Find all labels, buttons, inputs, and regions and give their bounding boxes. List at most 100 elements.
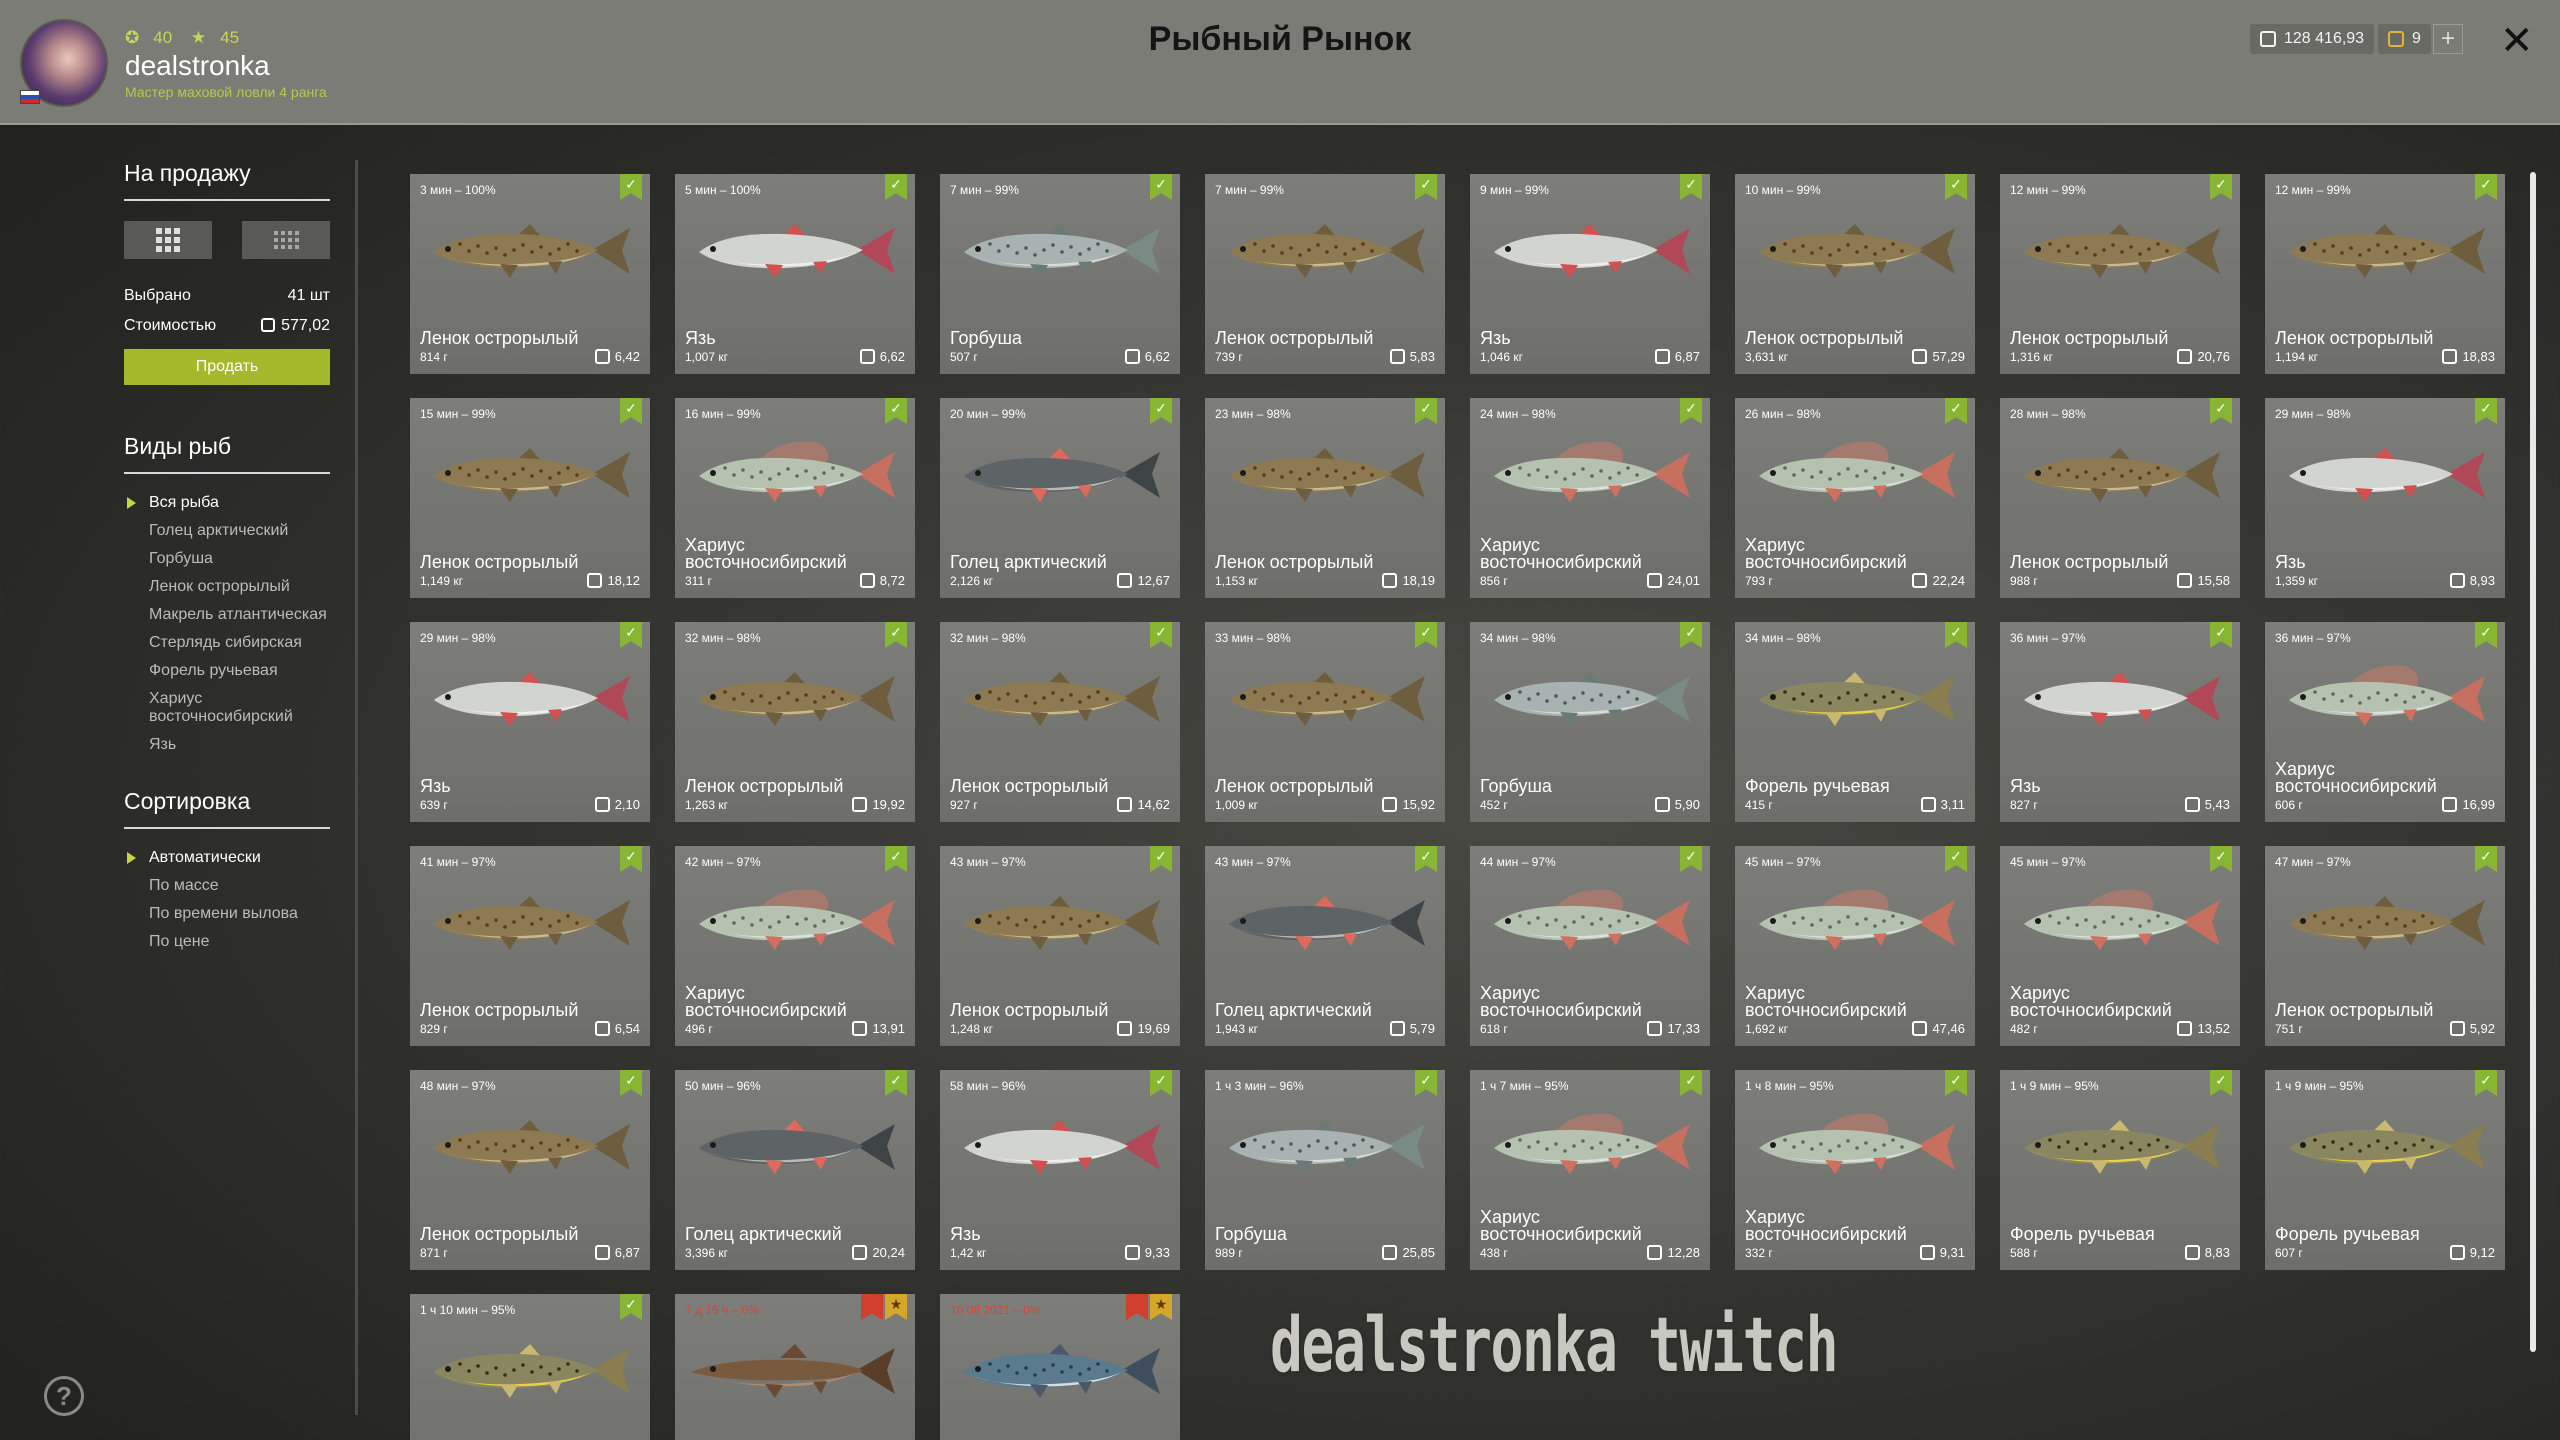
fish-card[interactable]: 32 мин – 98% ✓ Ленок острорылый 927 г 14,62	[940, 622, 1180, 822]
fish-card[interactable]: 34 мин – 98% ✓ Форель ручьевая 415 г 3,11	[1735, 622, 1975, 822]
selected-checkmark-icon[interactable]: ✓	[1680, 398, 1702, 424]
selected-checkmark-icon[interactable]: ✓	[1415, 1070, 1437, 1096]
help-button[interactable]: ?	[44, 1376, 84, 1416]
selected-checkmark-icon[interactable]: ✓	[1680, 1070, 1702, 1096]
selected-checkmark-icon[interactable]: ✓	[2210, 1070, 2232, 1096]
fish-card[interactable]: 44 мин – 97% ✓ Хариус восточносибирский 618…	[1470, 846, 1710, 1046]
fish-card[interactable]: 1 ч 9 мин – 95% ✓ Форель ручьевая 588 г 8,83	[2000, 1070, 2240, 1270]
scrollbar[interactable]	[2530, 172, 2536, 1352]
selected-checkmark-icon[interactable]: ✓	[2475, 174, 2497, 200]
add-gold-button[interactable]: +	[2433, 24, 2463, 54]
selected-checkmark-icon[interactable]: ✓	[1415, 174, 1437, 200]
species-filter-item[interactable]: Язь	[124, 736, 330, 754]
species-filter-item[interactable]: Ленок острорылый	[124, 578, 330, 596]
selected-checkmark-icon[interactable]: ✓	[1945, 1070, 1967, 1096]
species-filter-item[interactable]: Вся рыба	[124, 494, 330, 512]
fish-card[interactable]: 41 мин – 97% ✓ Ленок острорылый 829 г 6,54	[410, 846, 650, 1046]
selected-checkmark-icon[interactable]: ✓	[1150, 846, 1172, 872]
fish-card[interactable]: 29 мин – 98% ✓ Язь 639 г 2,10	[410, 622, 650, 822]
fish-card[interactable]: 7 мин – 99% ✓ Ленок острорылый 739 г 5,83	[1205, 174, 1445, 374]
selected-checkmark-icon[interactable]: ✓	[2210, 846, 2232, 872]
selected-checkmark-icon[interactable]: ✓	[1150, 1070, 1172, 1096]
fish-card[interactable]: 12 мин – 99% ✓ Ленок острорылый 1,316 кг 20,…	[2000, 174, 2240, 374]
fish-card[interactable]: 1 ч 3 мин – 96% ✓ Горбуша 989 г 25,85	[1205, 1070, 1445, 1270]
sell-button[interactable]: Продать	[124, 349, 330, 385]
fish-card[interactable]: 1 ч 8 мин – 95% ✓ Хариус восточносибирский…	[1735, 1070, 1975, 1270]
fish-card[interactable]: 43 мин – 97% ✓ Голец арктический 1,943 кг 5,…	[1205, 846, 1445, 1046]
selected-checkmark-icon[interactable]: ✓	[885, 846, 907, 872]
fish-card[interactable]: 26 мин – 98% ✓ Хариус восточносибирский 793…	[1735, 398, 1975, 598]
selected-checkmark-icon[interactable]: ✓	[1150, 398, 1172, 424]
fish-card[interactable]: 43 мин – 97% ✓ Ленок острорылый 1,248 кг 19,…	[940, 846, 1180, 1046]
selected-checkmark-icon[interactable]: ✓	[1415, 398, 1437, 424]
fish-card[interactable]: 36 мин – 97% ✓ Язь 827 г 5,43	[2000, 622, 2240, 822]
fish-card[interactable]: 29 мин – 98% ✓ Язь 1,359 кг 8,93	[2265, 398, 2505, 598]
fish-card[interactable]: 33 мин – 98% ✓ Ленок острорылый 1,009 кг 15,…	[1205, 622, 1445, 822]
fish-card[interactable]: 10 мин – 99% ✓ Ленок острорылый 3,631 кг 57,…	[1735, 174, 1975, 374]
selected-checkmark-icon[interactable]: ✓	[2210, 622, 2232, 648]
large-grid-view-button[interactable]	[124, 221, 212, 259]
fish-card[interactable]: 28 мин – 98% ✓ Ленок острорылый 988 г 15,58	[2000, 398, 2240, 598]
sort-option[interactable]: По массе	[124, 877, 330, 895]
selected-checkmark-icon[interactable]: ✓	[1945, 398, 1967, 424]
selected-checkmark-icon[interactable]: ✓	[1680, 174, 1702, 200]
fish-card[interactable]: 1 ч 10 мин – 95% ✓	[410, 1294, 650, 1440]
fish-card[interactable]: 12 мин – 99% ✓ Ленок острорылый 1,194 кг 18,…	[2265, 174, 2505, 374]
selected-checkmark-icon[interactable]: ✓	[1945, 846, 1967, 872]
selected-checkmark-icon[interactable]: ✓	[620, 622, 642, 648]
species-filter-item[interactable]: Горбуша	[124, 550, 330, 568]
selected-checkmark-icon[interactable]: ✓	[2210, 398, 2232, 424]
species-filter-item[interactable]: Макрель атлантическая	[124, 606, 330, 624]
fish-card[interactable]: 5 мин – 100% ✓ Язь 1,007 кг 6,62	[675, 174, 915, 374]
species-filter-item[interactable]: Голец арктический	[124, 522, 330, 540]
species-filter-item[interactable]: Стерлядь сибирская	[124, 634, 330, 652]
fish-card[interactable]: 58 мин – 96% ✓ Язь 1,42 кг 9,33	[940, 1070, 1180, 1270]
fish-card[interactable]: 36 мин – 97% ✓ Хариус восточносибирский 606…	[2265, 622, 2505, 822]
selected-checkmark-icon[interactable]: ✓	[620, 398, 642, 424]
selected-checkmark-icon[interactable]: ✓	[885, 174, 907, 200]
small-grid-view-button[interactable]	[242, 221, 330, 259]
selected-checkmark-icon[interactable]: ✓	[1945, 174, 1967, 200]
selected-checkmark-icon[interactable]: ✓	[885, 622, 907, 648]
fish-card[interactable]: 1 ч 7 мин – 95% ✓ Хариус восточносибирский…	[1470, 1070, 1710, 1270]
fish-card[interactable]: 7 мин – 99% ✓ Горбуша 507 г 6,62	[940, 174, 1180, 374]
sort-option[interactable]: Автоматически	[124, 849, 330, 867]
fish-card[interactable]: 1 ч 9 мин – 95% ✓ Форель ручьевая 607 г 9,12	[2265, 1070, 2505, 1270]
selected-checkmark-icon[interactable]: ✓	[620, 174, 642, 200]
selected-checkmark-icon[interactable]: ✓	[1415, 622, 1437, 648]
selected-checkmark-icon[interactable]: ✓	[620, 1294, 642, 1320]
fish-card[interactable]: 7 д 16 ч – 0% ★	[675, 1294, 915, 1440]
fish-card[interactable]: 10 08 2021 – 0% ★	[940, 1294, 1180, 1440]
selected-checkmark-icon[interactable]: ✓	[1150, 174, 1172, 200]
selected-checkmark-icon[interactable]: ✓	[1680, 622, 1702, 648]
fish-card[interactable]: 42 мин – 97% ✓ Хариус восточносибирский 496…	[675, 846, 915, 1046]
selected-checkmark-icon[interactable]: ✓	[885, 1070, 907, 1096]
fish-card[interactable]: 32 мин – 98% ✓ Ленок острорылый 1,263 кг 19,…	[675, 622, 915, 822]
species-filter-item[interactable]: Форель ручьевая	[124, 662, 330, 680]
selected-checkmark-icon[interactable]: ✓	[1945, 622, 1967, 648]
selected-checkmark-icon[interactable]: ✓	[2475, 846, 2497, 872]
selected-checkmark-icon[interactable]: ✓	[2210, 174, 2232, 200]
fish-card[interactable]: 45 мин – 97% ✓ Хариус восточносибирский 482…	[2000, 846, 2240, 1046]
selected-checkmark-icon[interactable]: ✓	[1150, 622, 1172, 648]
fish-card[interactable]: 9 мин – 99% ✓ Язь 1,046 кг 6,87	[1470, 174, 1710, 374]
fish-card[interactable]: 47 мин – 97% ✓ Ленок острорылый 751 г 5,92	[2265, 846, 2505, 1046]
fish-card[interactable]: 34 мин – 98% ✓ Горбуша 452 г 5,90	[1470, 622, 1710, 822]
sort-option[interactable]: По времени вылова	[124, 905, 330, 923]
selected-checkmark-icon[interactable]: ✓	[2475, 622, 2497, 648]
fish-card[interactable]: 45 мин – 97% ✓ Хариус восточносибирский 1,6…	[1735, 846, 1975, 1046]
selected-checkmark-icon[interactable]: ✓	[1415, 846, 1437, 872]
selected-checkmark-icon[interactable]: ✓	[2475, 398, 2497, 424]
selected-checkmark-icon[interactable]: ✓	[1680, 846, 1702, 872]
selected-checkmark-icon[interactable]: ✓	[2475, 1070, 2497, 1096]
fish-card[interactable]: 3 мин – 100% ✓ Ленок острорылый 814 г 6,42	[410, 174, 650, 374]
species-filter-item[interactable]: Хариус восточносибирский	[124, 690, 330, 726]
close-button[interactable]: ✕	[2500, 18, 2534, 64]
fish-card[interactable]: 15 мин – 99% ✓ Ленок острорылый 1,149 кг 18,…	[410, 398, 650, 598]
fish-card[interactable]: 48 мин – 97% ✓ Ленок острорылый 871 г 6,87	[410, 1070, 650, 1270]
selected-checkmark-icon[interactable]: ✓	[885, 398, 907, 424]
sort-option[interactable]: По цене	[124, 933, 330, 951]
selected-checkmark-icon[interactable]: ✓	[620, 846, 642, 872]
fish-card[interactable]: 24 мин – 98% ✓ Хариус восточносибирский 856…	[1470, 398, 1710, 598]
fish-card[interactable]: 50 мин – 96% ✓ Голец арктический 3,396 кг 20…	[675, 1070, 915, 1270]
